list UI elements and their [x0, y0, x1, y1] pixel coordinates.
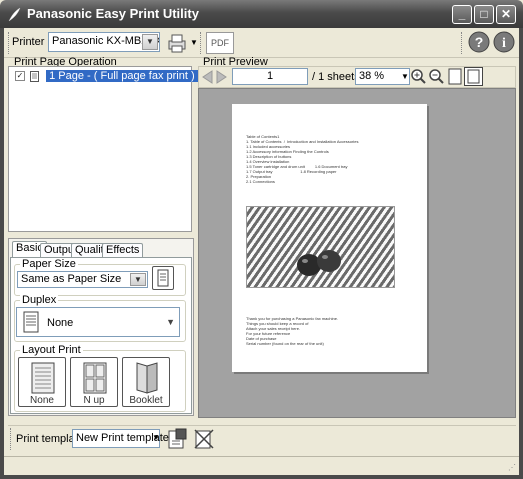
page-tree-item-label: 1 Page - ( Full page fax print ) [46, 70, 198, 83]
paper-size-label: Paper Size [20, 258, 78, 270]
layout-none-button[interactable]: None [18, 357, 66, 407]
help-icon[interactable]: ? [468, 31, 490, 53]
printer-properties-icon[interactable] [166, 32, 188, 54]
page-icon [30, 70, 40, 82]
document-photo [246, 206, 395, 288]
previous-page-icon[interactable] [200, 69, 214, 85]
layout-booklet-button[interactable]: Booklet [122, 357, 170, 407]
save-template-icon[interactable] [166, 428, 188, 450]
paper-size-select[interactable]: Same as Paper Size ▼ [17, 271, 148, 288]
document-icon [23, 311, 39, 333]
duplex-select[interactable]: None ▼ [16, 307, 180, 337]
fit-width-button[interactable] [464, 67, 483, 86]
toolbar-separator [200, 32, 202, 54]
print-template-select[interactable]: New Print template [72, 429, 169, 448]
zoom-in-icon[interactable] [410, 68, 427, 85]
fit-page-icon[interactable] [447, 68, 463, 85]
page-number-input[interactable]: 1 [232, 68, 308, 85]
apples-image [297, 250, 341, 276]
save-pdf-button[interactable]: PDF [206, 32, 234, 54]
single-page-icon [31, 362, 55, 394]
svg-text:?: ? [475, 34, 484, 50]
info-icon[interactable]: i [493, 31, 515, 53]
template-chevron-down-icon[interactable]: ▼ [152, 433, 160, 442]
svg-text:i: i [502, 36, 506, 51]
chevron-down-icon[interactable]: ▼ [130, 273, 146, 286]
window-title: Panasonic Easy Print Utility [27, 6, 199, 21]
preview-page: Table of Contents1 1. Table of Contents … [232, 104, 427, 372]
page-icon [157, 269, 169, 287]
n-up-pages-icon [83, 362, 107, 394]
layout-none-label: None [30, 395, 54, 406]
duplex-value: None [47, 317, 74, 329]
maximize-button[interactable]: □ [474, 5, 494, 24]
zoom-out-icon[interactable] [428, 68, 445, 85]
layout-nup-label: N up [83, 395, 105, 406]
document-toc-text: Table of Contents1 1. Table of Contents … [246, 134, 359, 184]
minimize-button[interactable]: _ [452, 5, 472, 24]
bottom-toolbar-grip [10, 428, 12, 450]
close-button[interactable]: ✕ [496, 5, 516, 24]
zoom-value: 38 % [359, 70, 385, 82]
page-tree[interactable]: ✓ 1 Page - ( Full page fax print ) [8, 66, 198, 232]
chevron-down-icon[interactable]: ▼ [142, 34, 158, 50]
toolbar-grip [8, 32, 10, 54]
layout-print-label: Layout Print [20, 344, 83, 356]
page-tree-item[interactable]: ✓ 1 Page - ( Full page fax print ) [15, 70, 198, 83]
tab-effects[interactable]: Effects [102, 243, 144, 257]
resize-grip-icon[interactable]: ⋰ [508, 463, 516, 472]
next-page-icon[interactable] [215, 69, 229, 85]
page-checkbox[interactable]: ✓ [15, 71, 25, 82]
layout-nup-button[interactable]: N up [70, 357, 118, 407]
delete-template-icon[interactable] [193, 428, 215, 450]
paper-size-preview-button[interactable] [152, 266, 174, 290]
duplex-label: Duplex [20, 294, 59, 306]
zoom-chevron-down-icon[interactable]: ▼ [401, 72, 409, 81]
pdf-icon-label: PDF [211, 38, 229, 48]
sheets-count-label: / 1 sheets [312, 71, 360, 83]
document-footer-text: Thank you for purchasing a Panasonic fax… [246, 316, 339, 346]
printer-select[interactable]: Panasonic KX-MBXXXX ▼ [48, 32, 160, 52]
fit-width-icon [467, 69, 480, 84]
chevron-down-icon[interactable]: ▼ [166, 317, 175, 327]
printer-dropdown-chevron-icon[interactable]: ▼ [190, 38, 198, 47]
printer-label: Printer : [12, 36, 51, 48]
toolbar-separator-right [461, 32, 463, 54]
status-bar [4, 456, 519, 475]
booklet-icon [136, 362, 158, 394]
layout-booklet-label: Booklet [129, 395, 163, 406]
app-feather-icon [8, 7, 21, 22]
paper-size-value: Same as Paper Size [21, 273, 122, 285]
